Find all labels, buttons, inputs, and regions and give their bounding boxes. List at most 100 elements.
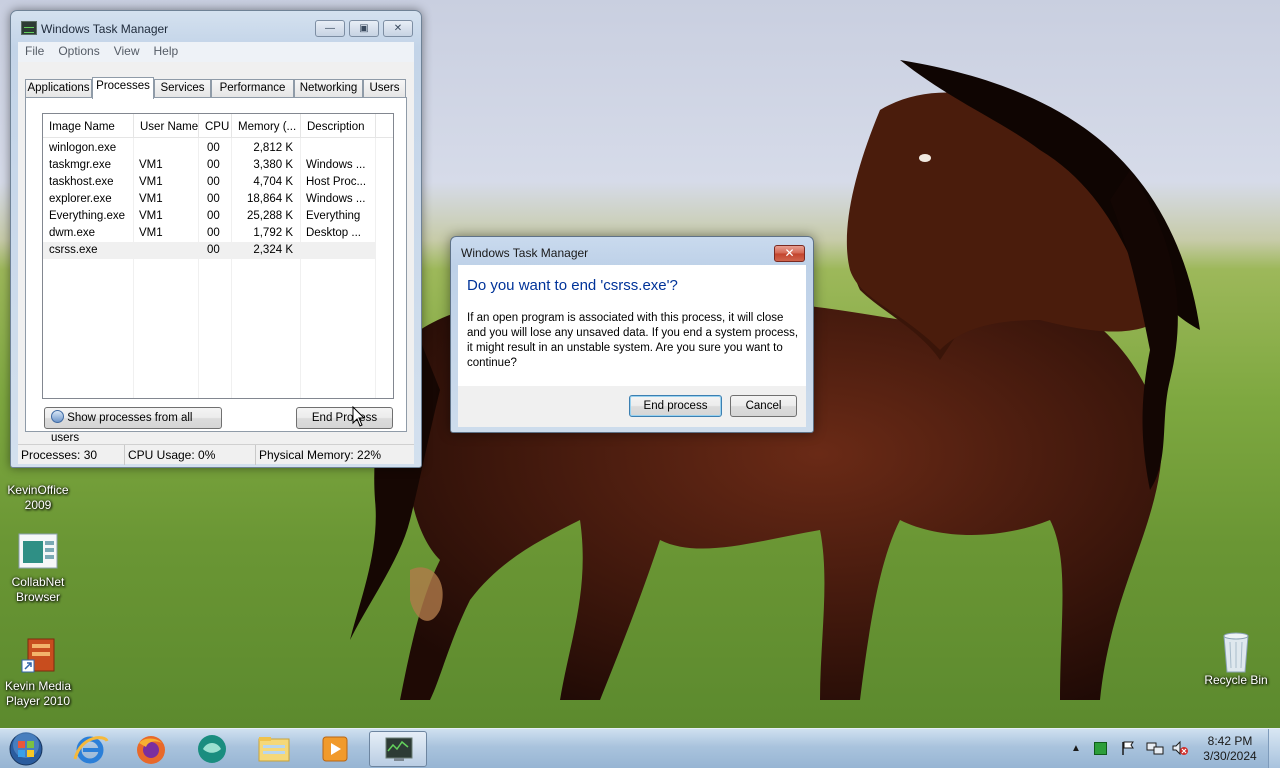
column-memory[interactable]: Memory (... [232,114,301,138]
tab-applications[interactable]: Applications [25,79,92,98]
status-processes: Processes: 30 [18,445,125,465]
column-cpu[interactable]: CPU [199,114,232,138]
tab-users[interactable]: Users [363,79,406,98]
table-row[interactable]: Everything.exe VM1 00 25,288 K Everythin… [43,208,375,225]
desktop-icon-recycle-bin[interactable]: Recycle Bin [1198,630,1274,688]
tab-networking[interactable]: Networking [294,79,363,98]
collabnet-browser-icon [16,532,60,572]
taskbar: ▲ 8:42 PM 3/30/2024 [0,728,1280,768]
minimize-button[interactable]: — [315,20,345,37]
taskbar-firefox[interactable] [122,731,180,767]
list-header: Image Name User Name CPU Memory (... Des… [43,114,393,138]
cell-cpu: 00 [207,244,220,256]
desktop-icon-label: CollabNet [11,575,65,589]
cell-description: Host Proc... [306,176,367,188]
close-button[interactable]: ✕ [383,20,413,37]
end-process-dialog: Windows Task Manager ✕ Do you want to en… [450,236,814,433]
cell-cpu: 00 [207,142,220,154]
windows-start-orb-icon [9,732,43,766]
show-hidden-icons-button[interactable]: ▲ [1068,741,1084,757]
cell-memory: 3,380 K [253,159,293,171]
desktop-icon-label: KevinOffice [7,483,69,497]
column-image-name[interactable]: Image Name [43,114,134,138]
table-row[interactable]: taskmgr.exe VM1 00 3,380 K Windows ... [43,157,375,174]
taskbar-browser[interactable] [183,731,241,767]
desktop-icon-label: Kevin Media [4,679,72,693]
taskbar-windows-explorer[interactable] [245,731,303,767]
firefox-icon [137,736,165,764]
start-button[interactable] [7,731,45,767]
minimize-icon: — [325,23,335,34]
menu-view[interactable]: View [107,42,147,60]
cell-image-name: taskmgr.exe [49,159,111,171]
tab-processes[interactable]: Processes [92,77,154,99]
menu-options[interactable]: Options [51,42,106,60]
clock-date: 3/30/2024 [1203,749,1257,763]
show-desktop-button[interactable] [1268,729,1280,768]
clock-time: 8:42 PM [1207,734,1253,748]
cell-cpu: 00 [207,210,220,222]
desktop-icon-kevin-media-player[interactable]: Kevin Media Player 2010 [0,636,76,709]
window-title: Windows Task Manager [41,22,169,36]
cell-user-name: VM1 [139,159,163,171]
task-manager-window: Windows Task Manager — ▣ ✕ File Options Vi… [10,10,422,468]
tab-services[interactable]: Services [154,79,211,98]
table-row[interactable]: taskhost.exe VM1 00 4,704 K Host Proc... [43,174,375,191]
cell-user-name: VM1 [139,176,163,188]
dialog-message: If an open program is associated with th… [467,312,799,369]
close-icon: ✕ [393,23,403,34]
desktop-icon-label: Player 2010 [5,694,71,708]
taskbar-clock[interactable]: 8:42 PM 3/30/2024 [1197,734,1263,764]
table-row[interactable]: explorer.exe VM1 00 18,864 K Windows ... [43,191,375,208]
cell-user-name: VM1 [139,210,163,222]
cell-image-name: taskhost.exe [49,176,114,188]
desktop-icon-collabnet-browser[interactable]: CollabNet Browser [0,532,76,605]
column-description[interactable]: Description [301,114,376,138]
taskbar-task-manager[interactable] [369,731,427,767]
cell-description: Windows ... [306,193,366,205]
show-all-processes-button[interactable]: Show processes from all users [44,407,222,444]
internet-explorer-icon [73,736,109,764]
tab-performance[interactable]: Performance [211,79,294,98]
cell-cpu: 00 [207,227,220,239]
dialog-close-button[interactable]: ✕ [774,245,805,262]
taskbar-internet-explorer[interactable] [61,731,119,767]
table-row[interactable]: winlogon.exe 00 2,812 K [43,140,375,157]
cell-description: Windows ... [306,159,366,171]
cell-memory: 2,812 K [253,142,293,154]
mouse-cursor-icon [352,406,366,427]
taskbar-media-player[interactable] [306,731,364,767]
process-list[interactable]: Image Name User Name CPU Memory (... Des… [42,113,394,399]
cell-user-name: VM1 [139,227,163,239]
task-manager-icon [385,737,413,761]
cancel-button[interactable]: Cancel [730,395,797,417]
end-process-button[interactable]: End Process [296,407,393,429]
cell-description: Desktop ... [306,227,361,239]
title-bar[interactable]: Windows Task Manager — ▣ ✕ [11,11,421,41]
action-center-flag-icon[interactable] [1120,740,1136,756]
table-row[interactable]: dwm.exe VM1 00 1,792 K Desktop ... [43,225,375,242]
cell-cpu: 00 [207,159,220,171]
folder-icon [258,737,290,762]
cell-description: Everything [306,210,361,222]
cell-memory: 4,704 K [253,176,293,188]
cell-image-name: Everything.exe [49,210,126,222]
maximize-icon: ▣ [359,23,369,34]
network-icon[interactable] [1146,740,1164,756]
tray-green-app-icon[interactable] [1094,742,1107,755]
status-cpu-usage: CPU Usage: 0% [125,445,256,465]
dialog-title: Windows Task Manager [461,246,589,260]
cell-image-name: dwm.exe [49,227,96,239]
maximize-button[interactable]: ▣ [349,20,379,37]
confirm-end-process-button[interactable]: End process [629,395,722,417]
task-manager-icon [21,21,37,35]
volume-muted-icon[interactable] [1171,740,1189,756]
media-player-icon [322,736,348,762]
column-user-name[interactable]: User Name [134,114,199,138]
cell-memory: 25,288 K [246,210,293,222]
menu-help[interactable]: Help [147,42,186,60]
status-bar: Processes: 30 CPU Usage: 0% Physical Mem… [18,444,414,465]
table-row-selected[interactable]: csrss.exe 00 2,324 K [43,242,375,259]
cell-memory: 18,864 K [246,193,293,205]
menu-file[interactable]: File [18,42,51,60]
